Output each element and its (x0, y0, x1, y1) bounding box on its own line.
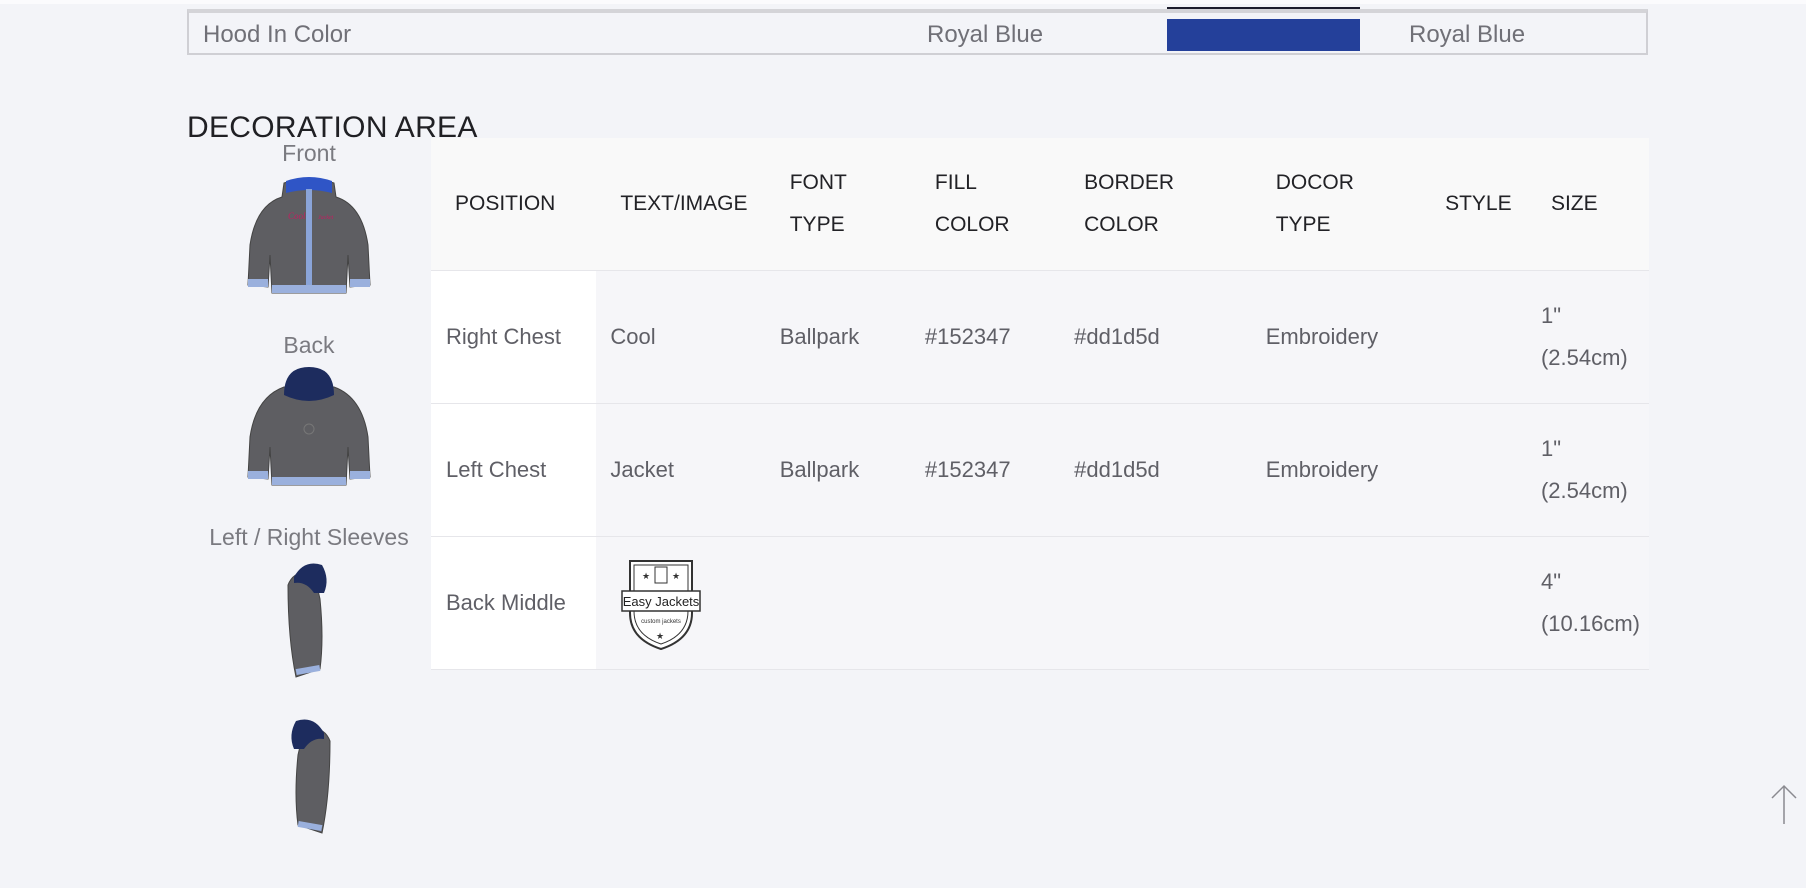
svg-text:Jacket: Jacket (318, 215, 334, 221)
swatch-divider (1167, 7, 1360, 9)
header-border-color: BORDER COLOR (1060, 138, 1252, 271)
svg-text:Cool: Cool (288, 211, 306, 221)
cell-border-color: #dd1d5d (1060, 270, 1252, 404)
cell-text-image: ★ ★ Easy Jackets custom jackets ★ (596, 536, 766, 670)
view-label-front: Front (282, 140, 336, 166)
cell-text-image: Jacket (596, 403, 766, 537)
cell-position: Right Chest (431, 270, 597, 404)
color-swatch (1167, 19, 1360, 51)
cell-position: Back Middle (431, 536, 597, 670)
top-strip (0, 0, 1806, 4)
color-row-value: Royal Blue (927, 21, 1044, 48)
cell-text-image: Cool (596, 270, 766, 404)
arrow-up-icon (1771, 784, 1797, 824)
cell-docor-type: Embroidery (1251, 403, 1422, 537)
color-row-value-repeat: Royal Blue (1409, 21, 1526, 48)
decoration-table: POSITION TEXT/IMAGE FONT TYPE FILL COLOR B… (431, 138, 1649, 670)
easy-jackets-logo: ★ ★ Easy Jackets custom jackets ★ (621, 560, 702, 651)
cell-style (1421, 403, 1527, 537)
cell-fill-color (910, 536, 1061, 670)
color-row-label: Hood In Color (203, 21, 352, 48)
jacket-left-sleeve-image (287, 563, 327, 678)
table-row: Right Chest Cool Ballpark #152347 #dd1d5… (431, 270, 1649, 404)
cell-border-color (1060, 536, 1252, 670)
cell-fill-color: #152347 (910, 270, 1061, 404)
cell-style (1421, 270, 1527, 404)
svg-text:★: ★ (656, 631, 664, 641)
table-row: Back Middle ★ ★ Easy Jackets custom jack… (431, 536, 1649, 670)
table-header-row: POSITION TEXT/IMAGE FONT TYPE FILL COLOR B… (431, 138, 1649, 271)
header-fill-color: FILL COLOR (910, 138, 1061, 271)
view-label-sleeves: Left / Right Sleeves (209, 524, 409, 550)
header-position: POSITION (431, 138, 597, 271)
logo-subtext: custom jackets (642, 619, 682, 625)
cell-border-color: #dd1d5d (1060, 403, 1252, 537)
svg-text:★: ★ (642, 571, 650, 581)
cell-docor-type: Embroidery (1251, 270, 1422, 404)
cell-position: Left Chest (431, 403, 597, 537)
header-docor-type: DOCOR TYPE (1251, 138, 1422, 271)
header-text-image: TEXT/IMAGE (596, 138, 766, 271)
header-font-type: FONT TYPE (765, 138, 911, 271)
view-back: Back (187, 332, 431, 493)
hood-in-color-row: Hood In Color Royal Blue Royal Blue (187, 7, 1648, 55)
jacket-right-sleeve-image (291, 719, 331, 834)
cell-docor-type (1251, 536, 1422, 670)
table-row: Left Chest Jacket Ballpark #152347 #dd1d… (431, 403, 1649, 537)
cell-font-type: Ballpark (765, 270, 911, 404)
jacket-back-image (247, 367, 371, 486)
cell-font-type: Ballpark (765, 403, 911, 537)
svg-text:★: ★ (672, 571, 680, 581)
view-label-back: Back (283, 332, 335, 358)
view-front: Front Cool Jacket (187, 140, 431, 301)
cell-fill-color: #152347 (910, 403, 1061, 537)
cell-style (1421, 536, 1527, 670)
header-style: STYLE (1421, 138, 1527, 271)
cell-size: 4" (10.16cm) (1526, 536, 1649, 670)
scroll-to-top-button[interactable] (1768, 782, 1800, 826)
jacket-front-image: Cool Jacket (247, 177, 371, 294)
cell-size: 1" (2.54cm) (1526, 270, 1649, 404)
logo-text: Easy Jackets (623, 594, 700, 609)
header-size: SIZE (1526, 138, 1649, 271)
cell-font-type (765, 536, 911, 670)
view-sleeves: Left / Right Sleeves (187, 524, 431, 841)
cell-size: 1" (2.54cm) (1526, 403, 1649, 537)
